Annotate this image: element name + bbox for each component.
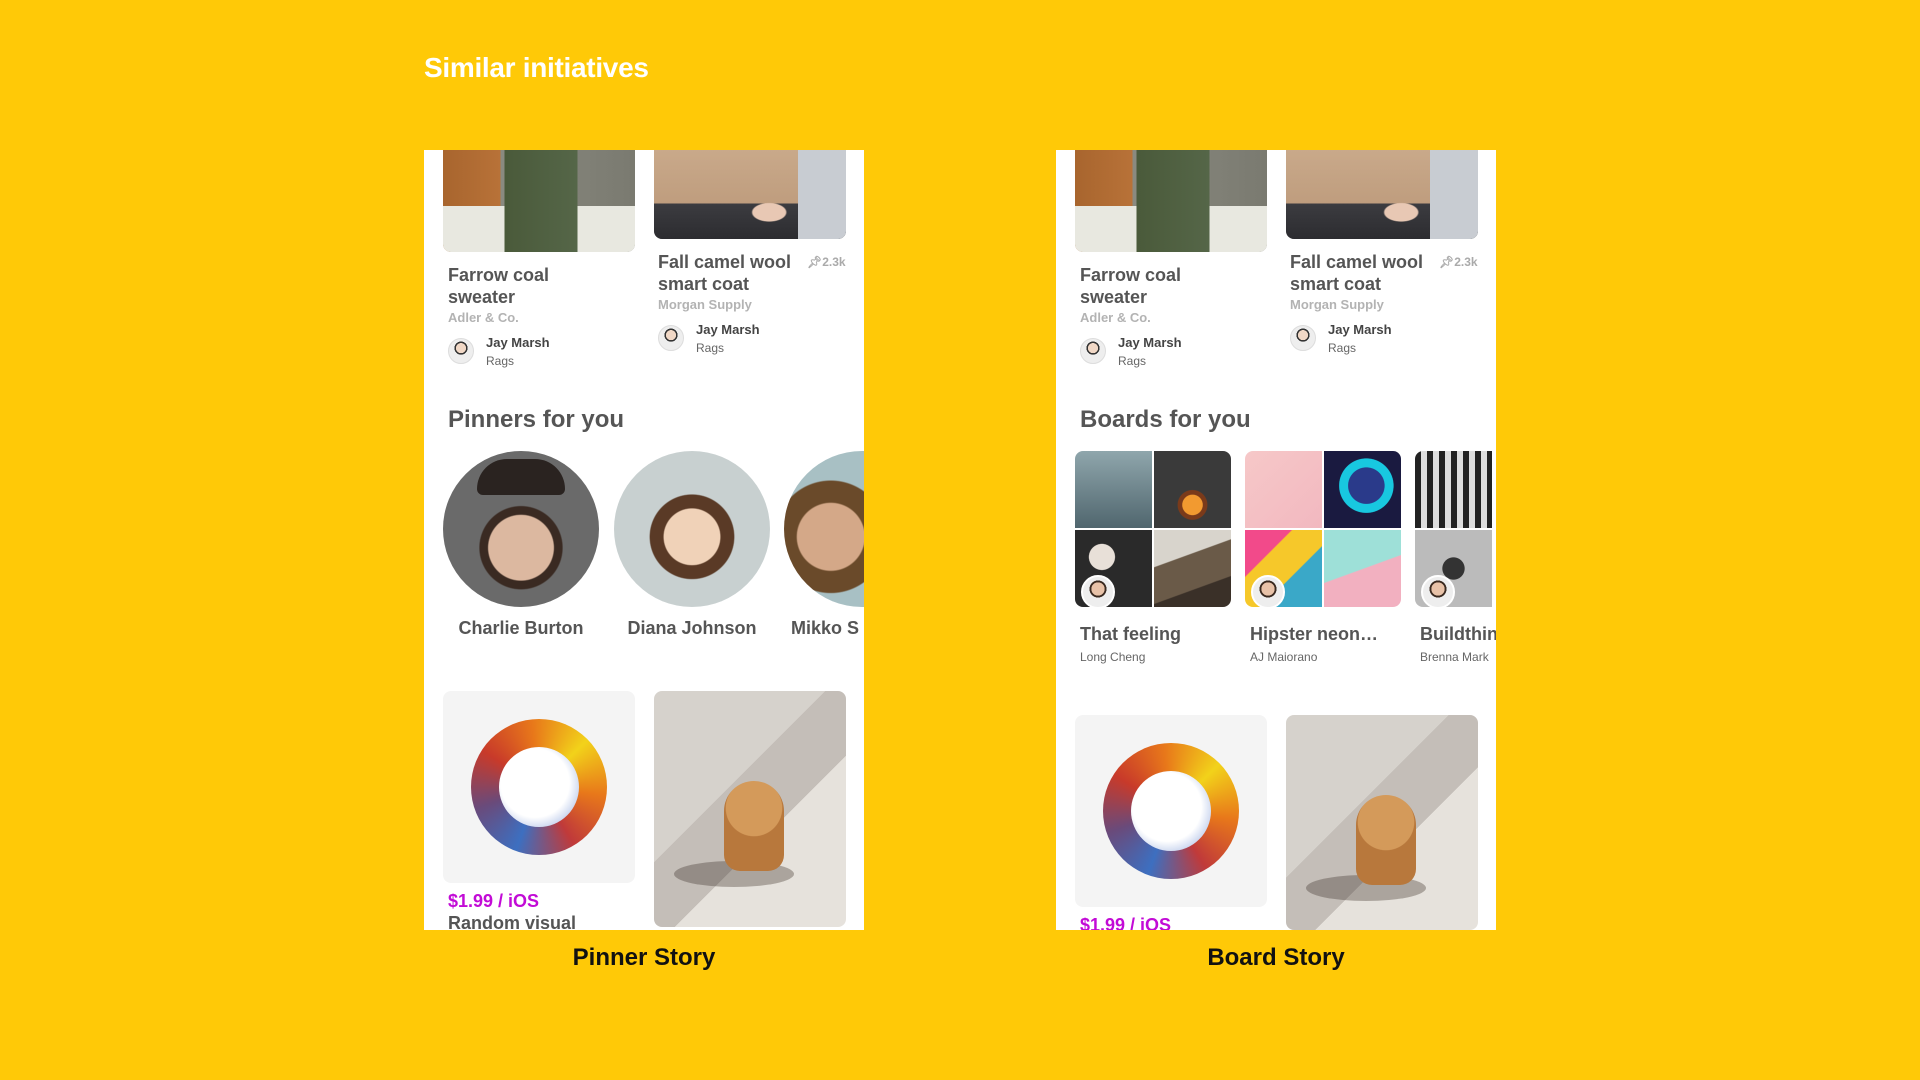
app-title[interactable]: Random visual [448,913,576,930]
board-owner: AJ Maiorano [1250,650,1318,664]
pin-title[interactable]: Fall camel wool smart coat [1290,251,1423,295]
app-price: $1.99 / iOS [448,891,540,911]
pin-user-board: Rags [696,341,725,355]
pin-user-board: Rags [1328,341,1357,355]
pin-title[interactable]: Fall camel wool smart coat [658,251,791,295]
pin-count: 📌︎2.3k [1439,255,1478,269]
pin-user-name[interactable]: Jay Marsh [1328,322,1392,337]
pinner-name[interactable]: Diana Johnson [614,618,770,639]
app-logo-icon [1103,743,1239,879]
pin-icon: 📌︎ [807,255,823,269]
pin-user-board: Rags [1118,354,1147,368]
pin-icon: 📌︎ [1439,255,1455,269]
app-promo-card[interactable] [443,691,635,883]
pinner-avatar[interactable] [614,451,770,607]
pin-image-coat[interactable] [1286,150,1478,239]
app-price: $1.99 / iOS [1080,915,1172,930]
board-name[interactable]: Hipster neon… [1250,624,1378,645]
pin-image-dog[interactable] [654,691,846,927]
pin-user-board: Rags [486,354,515,368]
section-title: Boards for you [1080,406,1251,433]
pin-title[interactable]: Farrow coal sweater [1080,264,1181,308]
pin-user-name[interactable]: Jay Marsh [486,335,550,350]
pin-image-sweater[interactable] [443,150,635,252]
section-title: Pinners for you [448,406,625,433]
pinner-story-screen: Farrow coal sweater Adler & Co. Jay Marsh… [424,150,864,930]
pin-image-coat[interactable] [654,150,846,239]
board-owner: Long Cheng [1080,650,1146,664]
pin-image-sweater[interactable] [1075,150,1267,252]
board-owner: Brenna Mark [1420,650,1489,664]
app-promo-card[interactable] [1075,715,1267,907]
board-story-screen: Farrow coal sweater Adler & Co. Jay Marsh… [1056,150,1496,930]
pin-source: Morgan Supply [1290,297,1384,312]
avatar[interactable] [1251,575,1285,609]
caption-board-story: Board Story [1207,944,1345,971]
pin-title[interactable]: Farrow coal sweater [448,264,549,308]
avatar[interactable] [1290,325,1316,351]
board-name[interactable]: That feeling [1080,624,1181,645]
pin-source: Adler & Co. [1080,310,1151,325]
caption-pinner-story: Pinner Story [572,944,716,971]
pinner-avatar[interactable] [443,451,599,607]
page-title: Similar initiatives [424,52,649,83]
pinner-name[interactable]: Mikko S [784,618,864,639]
avatar[interactable] [1080,338,1106,364]
pin-source: Morgan Supply [658,297,752,312]
avatar[interactable] [1421,575,1455,609]
pin-image-dog[interactable] [1286,715,1478,930]
pin-user-name[interactable]: Jay Marsh [696,322,760,337]
board-name[interactable]: Buildthin [1420,624,1496,645]
pinner-name[interactable]: Charlie Burton [443,618,599,639]
avatar[interactable] [1081,575,1115,609]
pin-source: Adler & Co. [448,310,519,325]
pinner-avatar[interactable] [784,451,864,607]
avatar[interactable] [658,325,684,351]
pin-count: 📌︎2.3k [807,255,846,269]
pin-user-name[interactable]: Jay Marsh [1118,335,1182,350]
avatar[interactable] [448,338,474,364]
app-logo-icon [471,719,607,855]
